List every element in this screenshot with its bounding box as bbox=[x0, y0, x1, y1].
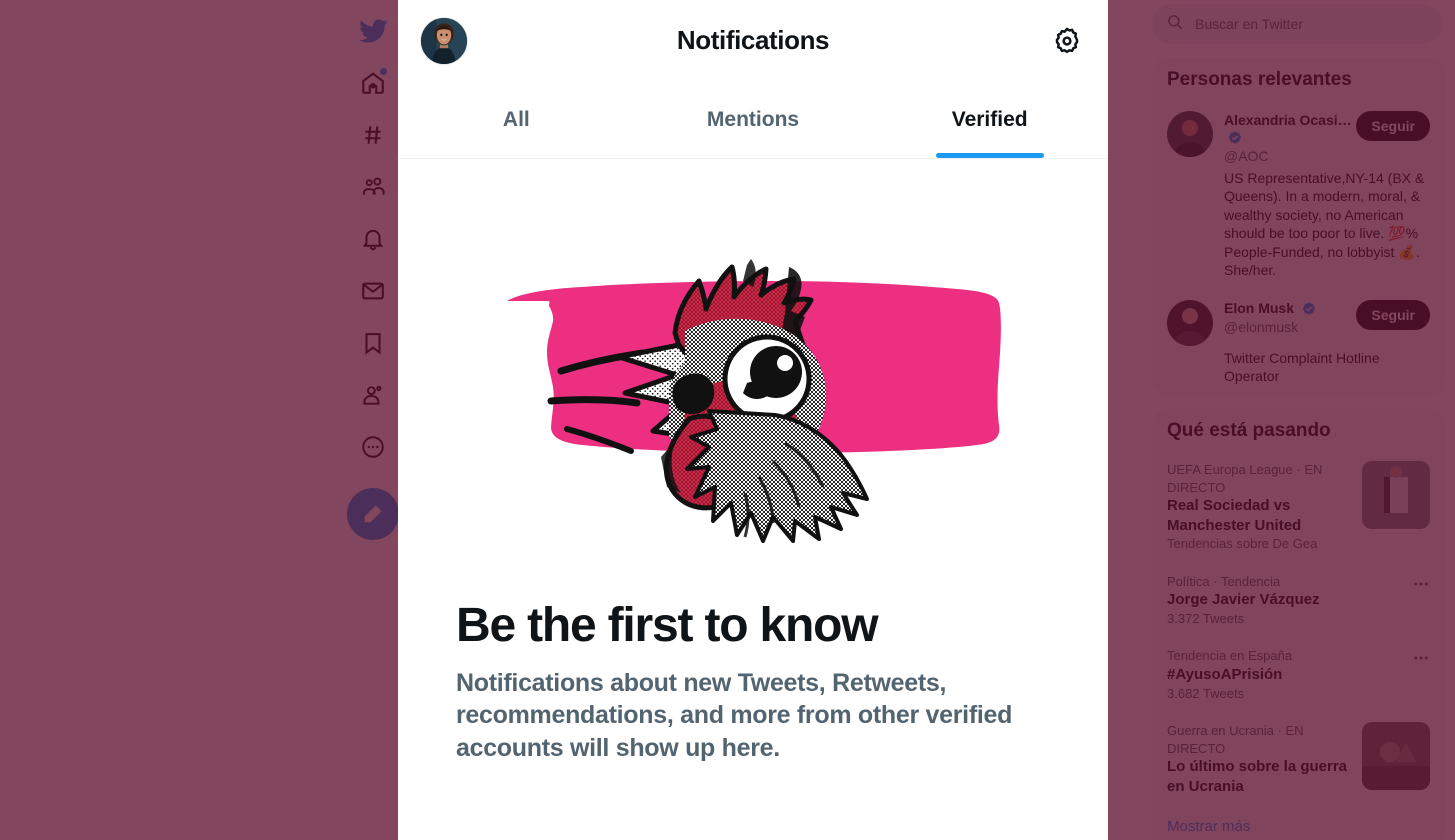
tab-mentions[interactable]: Mentions bbox=[635, 81, 872, 158]
empty-state: Be the first to know Notifications about… bbox=[398, 159, 1108, 764]
notifications-modal: Notifications All Mentions Verified Be t… bbox=[398, 0, 1108, 840]
gear-icon[interactable] bbox=[1048, 22, 1086, 60]
tab-underline bbox=[935, 153, 1044, 158]
rooster-eye bbox=[722, 334, 812, 424]
tab-all[interactable]: All bbox=[398, 81, 635, 158]
tab-label: All bbox=[502, 107, 530, 131]
avatar[interactable] bbox=[420, 16, 468, 65]
tab-verified[interactable]: Verified bbox=[871, 81, 1108, 158]
notifications-tabs: All Mentions Verified bbox=[398, 81, 1108, 159]
page-title: Notifications bbox=[676, 25, 830, 55]
empty-state-title: Be the first to know bbox=[456, 599, 879, 652]
modal-header: Notifications bbox=[398, 0, 1108, 81]
tab-label: Verified bbox=[951, 107, 1028, 131]
tab-label: Mentions bbox=[706, 107, 800, 131]
crowing-rooster-illustration bbox=[507, 259, 1001, 543]
empty-state-body: Notifications about new Tweets, Retweets… bbox=[456, 668, 1013, 762]
